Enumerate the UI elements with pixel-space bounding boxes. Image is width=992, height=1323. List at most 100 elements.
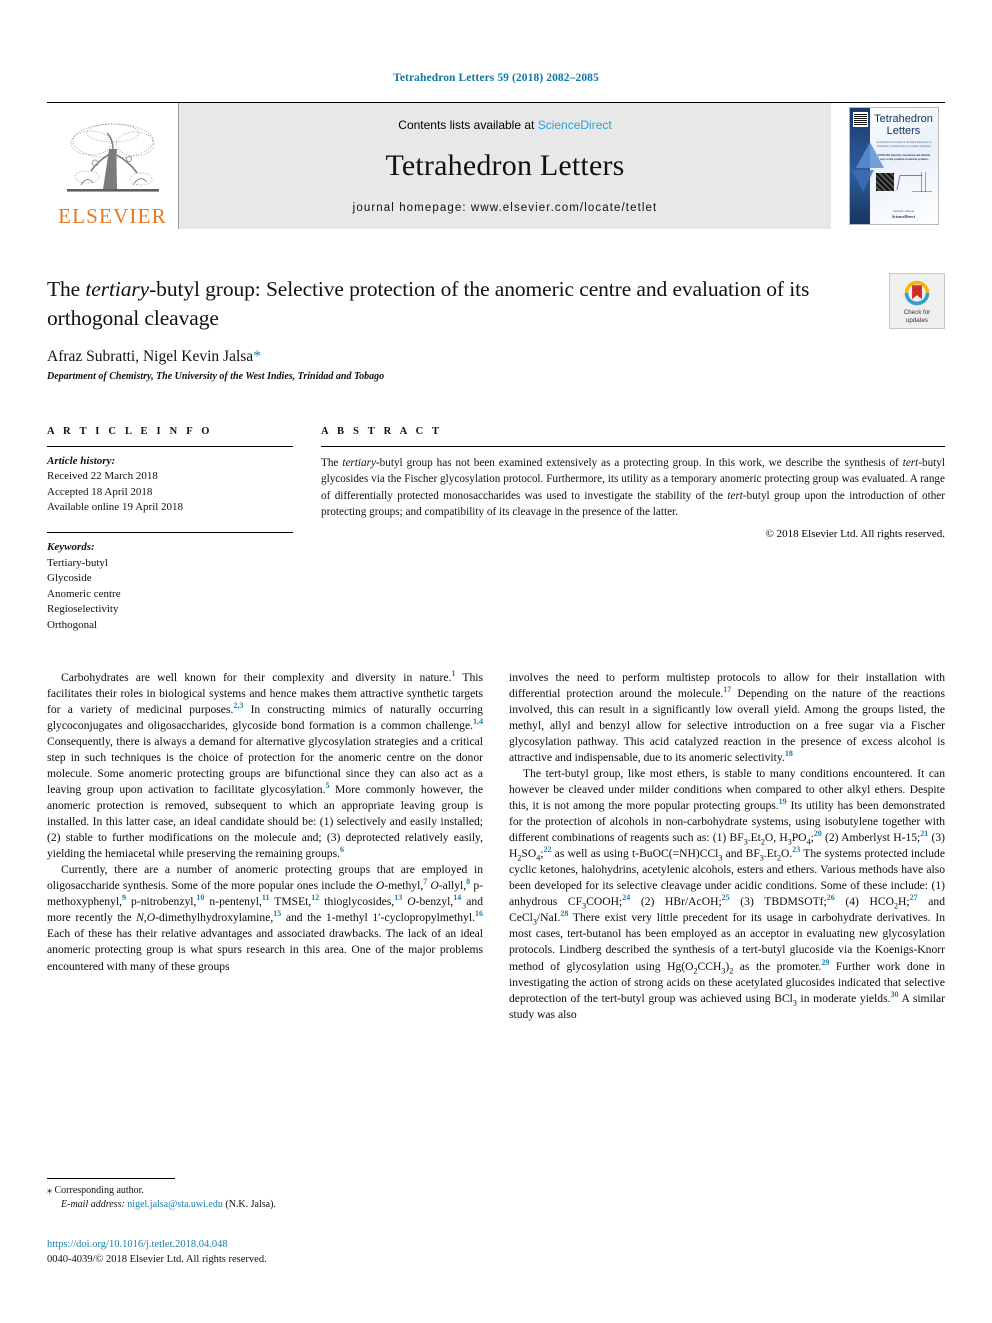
keyword-item: Orthogonal: [47, 619, 98, 632]
cover-blurb: An International Journal for the Rapid P…: [876, 141, 932, 148]
cover-figure-spectrum: [912, 172, 932, 192]
text-run: (3) TBDMSOTf;: [729, 895, 827, 909]
elsevier-tree-icon: [66, 123, 159, 192]
crossmark-line1: Check for: [903, 309, 931, 316]
affiliation: Department of Chemistry, The University …: [47, 370, 385, 382]
citation-ref[interactable]: 27: [910, 893, 918, 902]
emphasis-text: O: [407, 895, 416, 909]
text-run: .Et: [747, 831, 761, 845]
emphasis-text: tertiary: [342, 456, 376, 469]
footnote-star: ⁎: [47, 1185, 52, 1196]
text-run: (2) HBr/AcOH;: [630, 895, 722, 909]
citation-ref[interactable]: 2,3: [233, 701, 243, 710]
text-run: -dimethylhydroxylamine,: [155, 911, 274, 925]
text-run: and BF: [722, 847, 760, 861]
text-run: Each of these has their relative advanta…: [47, 927, 483, 973]
page-title: The tertiary-butyl group: Selective prot…: [47, 275, 853, 333]
citation-ref[interactable]: 1,4: [473, 717, 483, 726]
corresponding-author-text: Corresponding author.: [54, 1185, 144, 1196]
emphasis-text: O: [375, 879, 385, 893]
text-run: (2) Amberlyst H-15;: [821, 831, 921, 845]
text-run: thioglycosides,: [319, 895, 395, 909]
article-history-label: Article history:: [47, 454, 116, 467]
crossmark-icon: [904, 280, 930, 306]
elsevier-logo: ELSEVIER: [47, 103, 179, 229]
citation-ref[interactable]: 6: [340, 845, 344, 854]
citation-ref[interactable]: 19: [779, 797, 787, 806]
emphasis-text: O: [430, 879, 439, 893]
contents-prefix: Contents lists available at: [398, 118, 538, 132]
journal-homepage-link[interactable]: journal homepage: www.elsevier.com/locat…: [353, 202, 658, 214]
text-run: -allyl,: [438, 879, 467, 893]
text-run: /NaI.: [536, 911, 561, 925]
citation-ref[interactable]: 30: [891, 990, 899, 999]
info-abstract-section: A R T I C L E I N F O Article history: R…: [47, 426, 945, 634]
keywords-rule: [47, 532, 293, 534]
text-run: O.: [781, 847, 793, 861]
title-block: The tertiary-butyl group: Selective prot…: [47, 273, 945, 382]
footnote-area: ⁎ Corresponding author. E-mail address: …: [47, 1178, 487, 1212]
title-part-emphasis: tertiary: [85, 277, 150, 301]
article-info-rule: [47, 445, 293, 447]
article-info-heading: A R T I C L E I N F O: [47, 425, 213, 437]
corresponding-author-marker: *: [253, 347, 261, 365]
emphasis-text: tert: [727, 489, 743, 502]
body-paragraph: The tert-butyl group, like most ethers, …: [509, 766, 945, 1023]
title-part-post: -butyl group: Selective protection of th…: [47, 277, 810, 330]
citation-ref[interactable]: 18: [785, 749, 793, 758]
emphasis-text: tert: [902, 456, 919, 469]
cover-footer-brand: ScienceDirect: [891, 213, 916, 219]
text-run: n-pentenyl,: [204, 895, 262, 909]
cover-title-line2: Letters: [886, 124, 921, 137]
article-page: Tetrahedron Letters 59 (2018) 2082–2085: [0, 0, 992, 1323]
abstract-heading: A B S T R A C T: [321, 425, 443, 437]
citation-ref[interactable]: 20: [814, 829, 822, 838]
citation-ref[interactable]: 13: [394, 893, 402, 902]
emphasis-text: N,O: [136, 911, 156, 925]
citation-ref[interactable]: 24: [622, 893, 630, 902]
text-run: CCH: [697, 959, 722, 973]
history-item: Available online 19 April 2018: [47, 501, 184, 514]
email-link[interactable]: nigel.jalsa@sta.uwi.edu: [127, 1199, 223, 1210]
abstract-rule: [321, 445, 945, 447]
text-run: H;: [898, 895, 910, 909]
text-run: PO: [791, 831, 807, 845]
cover-title-line1: Tetrahedron: [874, 113, 933, 125]
doi-link[interactable]: https://doi.org/10.1016/j.tetlet.2018.04…: [47, 1237, 507, 1252]
keyword-item: Glycoside: [47, 572, 92, 585]
email-note: E-mail address: nigel.jalsa@sta.uwi.edu …: [61, 1198, 487, 1212]
text-run: O, H: [764, 831, 788, 845]
journal-cover-thumbnail[interactable]: Tetrahedron Letters An International Jou…: [843, 103, 945, 229]
text-run: Carbohydrates are well known for their c…: [61, 670, 452, 684]
abstract-column: A B S T R A C T The tertiary-butyl group…: [321, 426, 945, 634]
article-info-column: A R T I C L E I N F O Article history: R…: [47, 426, 293, 634]
journal-masthead: ELSEVIER Contents lists available at Sci…: [47, 102, 945, 229]
text-run: SO: [521, 847, 537, 861]
keyword-item: Regioselectivity: [47, 603, 119, 616]
sciencedirect-link[interactable]: ScienceDirect: [538, 118, 612, 132]
crossmark-label: Check for updates: [904, 309, 930, 325]
crossmark-badge[interactable]: Check for updates: [889, 273, 945, 329]
citation-ref[interactable]: 26: [827, 893, 835, 902]
citation-ref[interactable]: 16: [475, 910, 483, 919]
citation-ref[interactable]: 25: [722, 893, 730, 902]
issn-copyright-line: 0040-4039/© 2018 Elsevier Ltd. All right…: [47, 1254, 267, 1266]
text-run: as well as using t-BuOC(=NH)CCl: [551, 847, 719, 861]
text-run: The: [321, 456, 343, 469]
cover-figure: [874, 170, 933, 200]
body-column-left: Carbohydrates are well known for their c…: [47, 669, 483, 1023]
text-run: -benzyl,: [415, 895, 454, 909]
text-run: -butyl group has not been examined exten…: [375, 456, 903, 469]
crossmark-line2: updates: [905, 316, 928, 324]
cover-title: Tetrahedron Letters: [872, 113, 935, 137]
abstract-copyright: © 2018 Elsevier Ltd. All rights reserved…: [765, 528, 945, 541]
text-run: -methyl,: [384, 879, 424, 893]
text-run: p-nitrobenzyl,: [126, 895, 197, 909]
running-head: Tetrahedron Letters 59 (2018) 2082–2085: [393, 72, 599, 84]
body-paragraph: Currently, there are a number of anomeri…: [47, 862, 483, 974]
text-run: TMSEt,: [269, 895, 312, 909]
author-names: Afraz Subratti, Nigel Kevin Jalsa: [47, 347, 254, 365]
journal-title: Tetrahedron Letters: [385, 149, 625, 182]
body-paragraph: Carbohydrates are well known for their c…: [47, 669, 483, 863]
cover-editors: EDITORS Selective, functional and effici…: [877, 154, 931, 162]
